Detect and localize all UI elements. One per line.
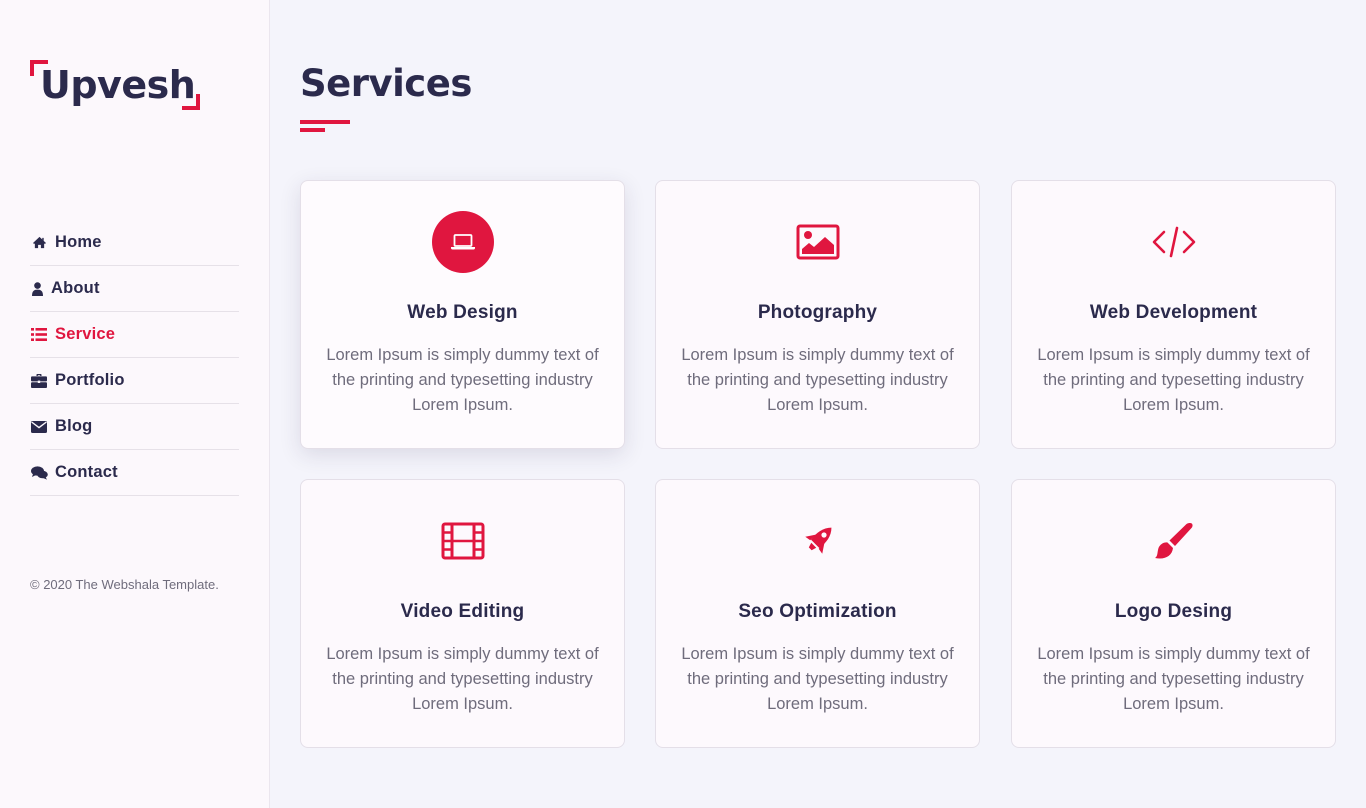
service-description: Lorem Ipsum is simply dummy text of the … — [681, 346, 954, 414]
nav-item-about[interactable]: About — [30, 266, 239, 312]
nav-item-contact[interactable]: Contact — [30, 450, 239, 496]
nav-label-home: Home — [55, 233, 102, 251]
service-description: Lorem Ipsum is simply dummy text of the … — [326, 346, 599, 414]
briefcase-icon — [30, 373, 48, 389]
rocket-icon — [787, 510, 849, 572]
service-card-photography[interactable]: Photography Lorem Ipsum is simply dummy … — [655, 180, 980, 449]
nav-label-service: Service — [55, 325, 116, 343]
service-card-video-editing[interactable]: Video Editing Lorem Ipsum is simply dumm… — [300, 479, 625, 748]
envelope-icon — [30, 419, 48, 435]
page-title: Services — [300, 62, 472, 105]
service-title: Photography — [757, 302, 878, 323]
nav-item-blog[interactable]: Blog — [30, 404, 239, 450]
logo-corner-bottom-right — [182, 94, 200, 110]
nav-label-about: About — [51, 279, 100, 297]
service-title: Web Development — [1089, 302, 1258, 323]
copyright-text: © 2020 The Webshala Template. — [30, 577, 219, 592]
paint-brush-icon — [1143, 510, 1205, 572]
code-icon — [1143, 211, 1205, 273]
film-icon — [432, 510, 494, 572]
home-icon — [30, 235, 48, 251]
service-description: Lorem Ipsum is simply dummy text of the … — [326, 645, 599, 713]
list-icon — [30, 327, 48, 343]
service-card-logo-desing[interactable]: Logo Desing Lorem Ipsum is simply dummy … — [1011, 479, 1336, 748]
nav-item-service[interactable]: Service — [30, 312, 239, 358]
service-card-web-design[interactable]: Web Design Lorem Ipsum is simply dummy t… — [300, 180, 625, 449]
logo[interactable]: Upvesh — [30, 60, 200, 110]
nav-item-home[interactable]: Home — [30, 220, 239, 266]
service-description: Lorem Ipsum is simply dummy text of the … — [681, 645, 954, 713]
nav-label-contact: Contact — [55, 463, 118, 481]
service-title: Logo Desing — [1114, 601, 1233, 622]
user-icon — [30, 281, 44, 297]
comments-icon — [30, 465, 48, 481]
sidebar: Upvesh Home About Service Portfolio Blog… — [0, 0, 270, 808]
nav-item-portfolio[interactable]: Portfolio — [30, 358, 239, 404]
main-content: Services Web Design Lorem Ipsum is simpl… — [300, 0, 1340, 808]
main-nav: Home About Service Portfolio Blog Contac… — [30, 220, 239, 496]
service-title: Web Design — [407, 302, 518, 323]
nav-label-portfolio: Portfolio — [55, 371, 125, 389]
image-icon — [787, 211, 849, 273]
logo-text: Upvesh — [40, 63, 196, 107]
nav-label-blog: Blog — [55, 417, 93, 435]
service-card-seo-optimization[interactable]: Seo Optimization Lorem Ipsum is simply d… — [655, 479, 980, 748]
service-title: Seo Optimization — [738, 601, 897, 622]
service-card-web-development[interactable]: Web Development Lorem Ipsum is simply du… — [1011, 180, 1336, 449]
service-description: Lorem Ipsum is simply dummy text of the … — [1037, 645, 1310, 713]
service-title: Video Editing — [400, 601, 525, 622]
laptop-icon — [431, 211, 494, 273]
service-description: Lorem Ipsum is simply dummy text of the … — [1037, 346, 1310, 414]
